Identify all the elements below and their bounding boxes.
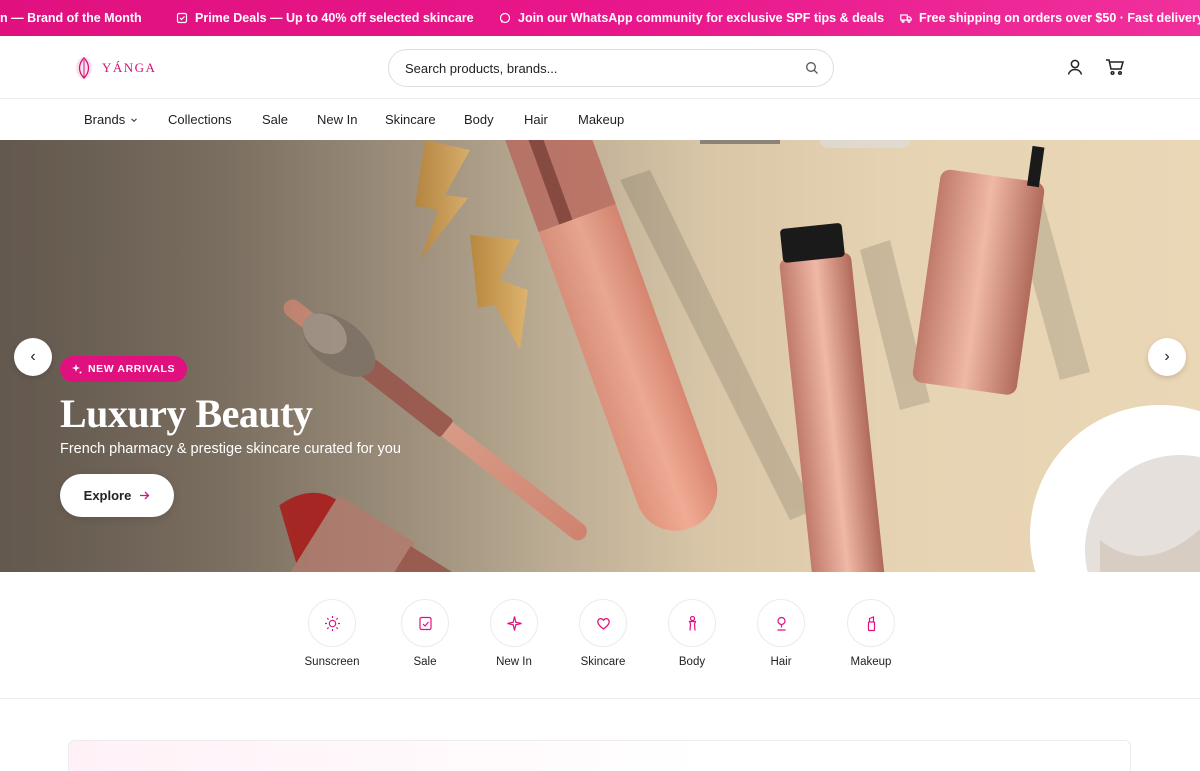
category-label: Makeup bbox=[850, 656, 892, 668]
chat-icon bbox=[499, 12, 511, 24]
category-makeup[interactable]: Makeup bbox=[826, 599, 916, 668]
announcement-message: n — Brand of the Month bbox=[0, 11, 142, 25]
chevron-down-icon bbox=[131, 117, 138, 122]
nav-item-label: Makeup bbox=[578, 112, 625, 127]
body-icon bbox=[688, 615, 696, 631]
announcement-text: Prime Deals — Up to 40% off selected ski… bbox=[195, 11, 474, 25]
category-label: Sale bbox=[413, 656, 437, 668]
main-nav: Brands Collections Sale New In Skincare … bbox=[0, 99, 1200, 140]
tag-icon bbox=[418, 616, 432, 630]
nav-item-sale[interactable]: Sale bbox=[262, 112, 288, 127]
carousel-prev-button[interactable]: ‹ bbox=[14, 338, 52, 376]
search-bar[interactable] bbox=[388, 49, 834, 87]
category-icon-circle bbox=[579, 599, 627, 647]
category-body[interactable]: Body bbox=[647, 599, 737, 668]
sparkle-icon bbox=[506, 615, 522, 631]
new-arrivals-badge: NEW ARRIVALS bbox=[60, 356, 188, 382]
category-label: Hair bbox=[770, 656, 792, 668]
nav-item-label: Sale bbox=[262, 112, 289, 127]
arrow-right-icon bbox=[140, 491, 150, 500]
category-hair[interactable]: Hair bbox=[736, 599, 826, 668]
nav-item-new-in[interactable]: New In bbox=[317, 112, 357, 127]
category-icon-circle bbox=[668, 599, 716, 647]
category-label: Body bbox=[678, 656, 706, 668]
nav-item-label: Body bbox=[464, 112, 494, 127]
sparkle-icon bbox=[72, 364, 82, 374]
nav-item-label: Brands bbox=[84, 112, 126, 127]
user-icon[interactable] bbox=[1066, 58, 1084, 76]
search-icon[interactable] bbox=[805, 61, 819, 75]
announcement-message: Free shipping on orders over $50 · Fast … bbox=[900, 11, 1200, 25]
category-icon-circle bbox=[308, 599, 356, 647]
logo[interactable]: YÁNGA bbox=[74, 55, 156, 81]
hero-title: Luxury Beauty bbox=[60, 391, 313, 436]
nav-item-collections[interactable]: Collections bbox=[168, 112, 232, 127]
category-sunscreen[interactable]: Sunscreen bbox=[287, 599, 377, 668]
nav-item-brands[interactable]: Brands bbox=[84, 112, 138, 127]
hair-icon bbox=[776, 616, 786, 631]
category-label: New In bbox=[496, 656, 532, 668]
explore-label: Explore bbox=[83, 488, 132, 503]
category-icon-circle bbox=[847, 599, 895, 647]
category-icon-circle bbox=[757, 599, 805, 647]
chevron-right-icon: › bbox=[1164, 348, 1170, 365]
promo-card bbox=[68, 740, 1131, 771]
nav-item-skincare[interactable]: Skincare bbox=[385, 112, 436, 127]
category-row: Sunscreen Sale New In Skincare Body Hair… bbox=[0, 572, 1200, 699]
explore-button[interactable]: Explore bbox=[60, 474, 174, 517]
announcement-message[interactable]: Join our WhatsApp community for exclusiv… bbox=[499, 11, 884, 25]
sun-icon bbox=[324, 615, 340, 631]
category-icon-circle bbox=[490, 599, 538, 647]
nav-item-body[interactable]: Body bbox=[464, 112, 494, 127]
carousel-next-button[interactable]: › bbox=[1148, 338, 1186, 376]
nav-item-label: Hair bbox=[524, 112, 548, 127]
category-icon-circle bbox=[401, 599, 449, 647]
announcement-bar: n — Brand of the Month Prime Deals — Up … bbox=[0, 0, 1200, 36]
category-label: Skincare bbox=[580, 656, 626, 668]
leaf-logo-icon bbox=[76, 57, 92, 79]
announcement-text: n — Brand of the Month bbox=[0, 11, 142, 25]
nav-item-makeup[interactable]: Makeup bbox=[578, 112, 624, 127]
announcement-text: Free shipping on orders over $50 · Fast … bbox=[919, 11, 1200, 25]
chevron-left-icon: ‹ bbox=[30, 348, 36, 365]
badge-label: NEW ARRIVALS bbox=[88, 363, 176, 375]
logo-text: YÁNGA bbox=[102, 60, 157, 75]
nav-item-hair[interactable]: Hair bbox=[524, 112, 548, 127]
nav-item-label: Collections bbox=[168, 112, 232, 127]
truck-icon bbox=[900, 14, 912, 23]
category-sale[interactable]: Sale bbox=[380, 599, 470, 668]
site-header: YÁNGA bbox=[0, 36, 1200, 99]
category-skincare[interactable]: Skincare bbox=[558, 599, 648, 668]
category-label: Sunscreen bbox=[304, 656, 360, 668]
hero-banner: ‹ › NEW ARRIVALS Luxury Beauty French ph… bbox=[0, 140, 1200, 572]
nav-item-label: New In bbox=[317, 112, 358, 127]
category-new-in[interactable]: New In bbox=[469, 599, 559, 668]
lipstick-icon bbox=[867, 615, 875, 631]
announcement-text: Join our WhatsApp community for exclusiv… bbox=[518, 11, 885, 25]
hero-subtitle: French pharmacy & prestige skincare cura… bbox=[60, 441, 401, 457]
tag-icon bbox=[176, 12, 188, 24]
nav-item-label: Skincare bbox=[385, 112, 436, 127]
cart-icon[interactable] bbox=[1105, 58, 1125, 76]
heart-icon bbox=[596, 617, 610, 630]
announcement-message: Prime Deals — Up to 40% off selected ski… bbox=[176, 11, 474, 25]
search-input[interactable] bbox=[405, 60, 805, 76]
